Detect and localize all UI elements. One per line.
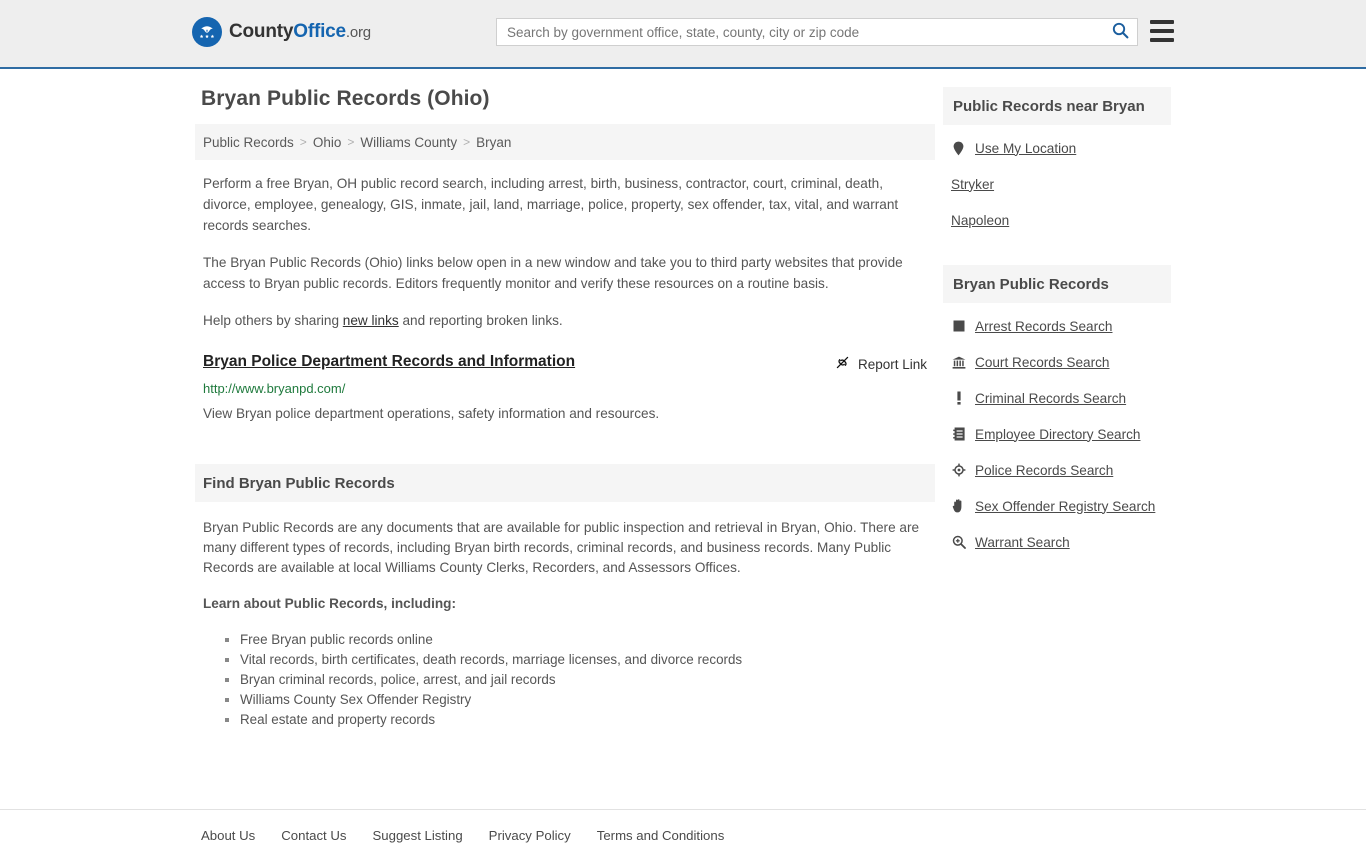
bryan-public-records-panel: Bryan Public Records Arrest Records Sear… [943,265,1171,551]
napoleon-link[interactable]: Napoleon [951,213,1009,228]
logo-text-county: County [229,21,294,42]
arrest-records-search-link[interactable]: Arrest Records Search [975,319,1113,334]
courthouse-icon [951,356,966,369]
list-item: Vital records, birth certificates, death… [225,650,927,670]
exclamation-icon [951,391,966,405]
sidebar-item-use-my-location[interactable]: Use My Location [943,139,1171,157]
search-input[interactable] [497,19,1103,45]
sidebar-item-arrest-records-search[interactable]: Arrest Records Search [943,317,1171,335]
use-my-location-link[interactable]: Use My Location [975,141,1076,156]
broken-link-icon [835,355,850,373]
sidebar-item-police-records-search[interactable]: Police Records Search [943,461,1171,479]
search-bar[interactable] [496,18,1138,46]
search-icon [1112,22,1129,42]
list-item: Bryan criminal records, police, arrest, … [225,670,927,690]
court-records-search-link[interactable]: Court Records Search [975,355,1109,370]
report-link-label: Report Link [857,356,927,372]
near-bryan-panel-header: Public Records near Bryan [943,87,1171,125]
sidebar-item-sex-offender-registry-search[interactable]: Sex Offender Registry Search [943,497,1171,515]
help-prefix: Help others by sharing [203,313,343,328]
breadcrumb-separator: > [463,135,471,149]
breadcrumb-item-ohio[interactable]: Ohio [313,135,342,150]
site-footer: About Us Contact Us Suggest Listing Priv… [0,809,1366,843]
panel-spacer [935,247,1171,265]
footer-link-contact-us[interactable]: Contact Us [281,828,346,843]
sidebar-item-warrant-search[interactable]: Warrant Search [943,533,1171,551]
intro-paragraph-1: Perform a free Bryan, OH public record s… [203,176,899,233]
bryan-public-records-panel-header: Bryan Public Records [943,265,1171,303]
site-logo[interactable]: CountyOffice.org [192,17,371,47]
main-column: Bryan Public Records (Ohio) Public Recor… [195,69,935,730]
search-button[interactable] [1103,19,1137,45]
bryan-public-records-links: Arrest Records Search Court Records Sear… [943,303,1171,551]
sidebar-item-employee-directory-search[interactable]: Employee Directory Search [943,425,1171,443]
fingerprint-icon [951,320,966,332]
list-item: Williams County Sex Offender Registry [225,690,927,710]
breadcrumb-separator: > [347,135,355,149]
map-pin-icon [951,141,966,156]
listing-url-link[interactable]: http://www.bryanpd.com/ [203,381,927,396]
hamburger-bar [1150,20,1174,24]
report-link-button[interactable]: Report Link [835,355,927,373]
address-book-icon [951,427,966,441]
sidebar-item-stryker[interactable]: Stryker [943,175,1171,193]
warrant-search-link[interactable]: Warrant Search [975,535,1070,550]
find-records-section-body: Bryan Public Records are any documents t… [195,502,935,730]
content-columns: Bryan Public Records (Ohio) Public Recor… [195,69,1171,730]
hand-stop-icon [951,499,966,513]
footer-link-privacy-policy[interactable]: Privacy Policy [489,828,571,843]
near-bryan-links: Use My Location Stryker Napoleon [943,125,1171,229]
sidebar-item-court-records-search[interactable]: Court Records Search [943,353,1171,371]
listing-title-link[interactable]: Bryan Police Department Records and Info… [203,353,575,371]
help-paragraph: Help others by sharing new links and rep… [195,310,935,331]
list-item: Free Bryan public records online [225,630,927,650]
police-records-search-link[interactable]: Police Records Search [975,463,1113,478]
intro-paragraph-2: The Bryan Public Records (Ohio) links be… [203,255,903,291]
breadcrumb-separator: > [299,135,307,149]
near-bryan-panel: Public Records near Bryan Use My Locatio… [943,87,1171,229]
footer-link-about-us[interactable]: About Us [201,828,255,843]
police-badge-icon [951,463,966,477]
hamburger-menu-icon[interactable] [1150,20,1174,42]
learn-about-heading: Learn about Public Records, including: [203,596,457,611]
sidebar-item-criminal-records-search[interactable]: Criminal Records Search [943,389,1171,407]
find-records-section-header: Find Bryan Public Records [195,464,935,502]
footer-links: About Us Contact Us Suggest Listing Priv… [195,828,1171,843]
hamburger-bar [1150,38,1174,42]
breadcrumb-item-bryan: Bryan [476,134,512,150]
sidebar-item-napoleon[interactable]: Napoleon [943,211,1171,229]
footer-link-suggest-listing[interactable]: Suggest Listing [372,828,462,843]
stryker-link[interactable]: Stryker [951,177,994,192]
logo-text-suffix: .org [345,24,371,41]
find-records-paragraph: Bryan Public Records are any documents t… [203,520,920,575]
page-title: Bryan Public Records (Ohio) [201,87,490,110]
records-bullet-list: Free Bryan public records online Vital r… [203,630,927,730]
listing-header-row: Bryan Police Department Records and Info… [203,353,927,373]
breadcrumb: Public Records > Ohio > Williams County … [195,124,935,160]
criminal-records-search-link[interactable]: Criminal Records Search [975,391,1126,406]
find-records-heading: Find Bryan Public Records [203,474,395,492]
listing-item: Bryan Police Department Records and Info… [195,353,935,424]
help-suffix: and reporting broken links. [398,313,563,328]
sex-offender-registry-search-link[interactable]: Sex Offender Registry Search [975,499,1155,514]
eagle-seal-icon [192,17,222,47]
listing-description: View Bryan police department operations,… [203,406,660,421]
content-container: Bryan Public Records (Ohio) Public Recor… [195,69,1171,730]
breadcrumb-item-williams-county[interactable]: Williams County [360,135,457,150]
new-links-link[interactable]: new links [343,313,399,328]
footer-link-terms-and-conditions[interactable]: Terms and Conditions [597,828,725,843]
sidebar: Public Records near Bryan Use My Locatio… [935,69,1171,730]
employee-directory-search-link[interactable]: Employee Directory Search [975,427,1140,442]
hamburger-bar [1150,29,1174,33]
logo-text-office: Office [293,21,346,42]
list-item: Real estate and property records [225,710,927,730]
page-body: Bryan Public Records (Ohio) Public Recor… [0,69,1366,843]
breadcrumb-item-public-records[interactable]: Public Records [203,135,294,150]
near-bryan-heading: Public Records near Bryan [953,97,1145,115]
magnifier-plus-icon [951,535,966,549]
site-header: CountyOffice.org [0,0,1366,69]
bryan-public-records-heading: Bryan Public Records [953,275,1109,293]
logo-wordmark: CountyOffice.org [229,21,371,43]
